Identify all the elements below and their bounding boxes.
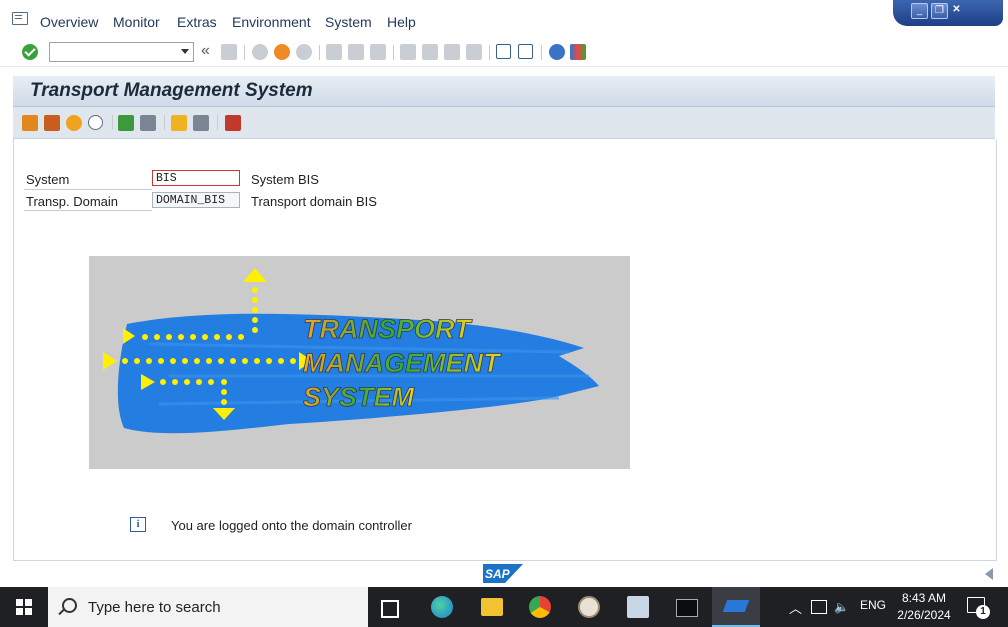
system-description: System BIS	[251, 172, 319, 187]
shortcut-icon[interactable]	[518, 44, 533, 59]
cancel-icon[interactable]	[296, 44, 312, 60]
separator	[489, 45, 490, 60]
help-icon[interactable]	[549, 44, 565, 60]
first-page-icon[interactable]	[400, 44, 416, 60]
search-placeholder: Type here to search	[88, 599, 221, 616]
system-label: System	[26, 172, 70, 187]
menu-environment[interactable]: Environment	[232, 14, 311, 30]
command-field[interactable]	[49, 42, 194, 62]
separator	[393, 45, 394, 60]
chevron-down-icon[interactable]	[181, 49, 189, 54]
sap-logon-task[interactable]	[712, 587, 760, 627]
app-icon[interactable]	[578, 596, 600, 618]
separator	[112, 115, 113, 130]
menu-help[interactable]: Help	[387, 14, 416, 30]
configuration-icon[interactable]	[140, 115, 156, 131]
next-page-icon[interactable]	[444, 44, 460, 60]
new-session-icon[interactable]	[496, 44, 511, 59]
search-icon	[62, 598, 77, 613]
enter-icon[interactable]	[22, 44, 38, 60]
print-icon[interactable]	[326, 44, 342, 60]
alert-monitor-icon[interactable]	[88, 115, 103, 130]
customize-layout-icon[interactable]	[570, 44, 586, 60]
standard-toolbar: «	[0, 40, 1008, 67]
windows-taskbar: Type here to search ︿ 🔈 ENG 8:43 AM 2/26…	[0, 587, 1008, 627]
info-book-icon[interactable]	[225, 115, 241, 131]
system-field[interactable]: BIS	[152, 170, 240, 186]
network-icon[interactable]	[811, 600, 827, 614]
save-icon[interactable]	[221, 44, 237, 60]
separator	[319, 45, 320, 60]
logo-line-2: MANAGEMENT	[303, 348, 502, 378]
menu-extras[interactable]: Extras	[177, 14, 217, 30]
close-icon[interactable]: ✕	[949, 3, 964, 17]
clock-time: 8:43 AM	[901, 591, 947, 605]
title-bar: Transport Management System	[13, 76, 995, 107]
separator	[244, 45, 245, 60]
minimize-icon[interactable]: _	[911, 3, 928, 19]
exit-icon[interactable]	[274, 44, 290, 60]
status-bar-toggle-icon[interactable]	[985, 568, 993, 580]
restore-icon[interactable]: ❐	[931, 3, 948, 19]
separator	[217, 115, 218, 130]
page-title: Transport Management System	[30, 80, 313, 101]
truck-icon[interactable]	[22, 115, 38, 131]
edge-browser-icon[interactable]	[431, 596, 453, 618]
menu-bar: Overview Monitor Extras Environment Syst…	[0, 0, 1008, 40]
menu-system[interactable]: System	[325, 14, 372, 30]
task-view-icon[interactable]	[381, 600, 399, 618]
divider	[24, 189, 152, 190]
list-icon[interactable]	[193, 115, 209, 131]
taskbar-search-box[interactable]: Type here to search	[48, 587, 368, 627]
domain-description: Transport domain BIS	[251, 194, 377, 209]
terminal-icon[interactable]	[676, 599, 698, 617]
application-toolbar	[13, 107, 995, 139]
volume-muted-icon[interactable]: 🔈	[834, 600, 849, 614]
network-app-icon[interactable]	[627, 596, 649, 618]
alert-icon[interactable]	[171, 115, 187, 131]
window-controls: _ ❐ ✕	[893, 0, 1003, 26]
domain-field[interactable]: DOMAIN_BIS	[152, 192, 240, 208]
file-explorer-icon[interactable]	[481, 598, 503, 616]
system-overview-icon[interactable]	[118, 115, 134, 131]
collapse-command-field-button[interactable]: «	[201, 42, 210, 60]
separator	[164, 115, 165, 130]
last-page-icon[interactable]	[466, 44, 482, 60]
find-next-icon[interactable]	[370, 44, 386, 60]
taskbar-clock[interactable]: 8:43 AM 2/26/2024	[894, 590, 954, 624]
sap-logo-text: SAP	[485, 567, 511, 581]
previous-page-icon[interactable]	[422, 44, 438, 60]
language-indicator[interactable]: ENG	[860, 598, 886, 612]
chevron-up-icon[interactable]: ︿	[789, 598, 802, 617]
transport-routes-icon[interactable]	[66, 115, 82, 131]
tms-logo-image: TRANSPORT MANAGEMENT SYSTEM	[89, 256, 630, 469]
menu-monitor[interactable]: Monitor	[113, 14, 160, 30]
windows-start-icon[interactable]	[16, 599, 32, 615]
separator	[541, 45, 542, 60]
info-icon: i	[130, 517, 146, 532]
back-icon[interactable]	[252, 44, 268, 60]
status-message: You are logged onto the domain controlle…	[171, 518, 412, 533]
divider	[24, 210, 152, 211]
domain-label: Transp. Domain	[26, 194, 118, 209]
logo-line-3: SYSTEM	[303, 382, 415, 412]
clock-date: 2/26/2024	[897, 608, 951, 622]
sap-gui-icon	[722, 600, 750, 612]
menu-icon[interactable]	[12, 12, 28, 25]
menu-overview[interactable]: Overview	[40, 14, 98, 30]
import-queue-icon[interactable]	[44, 115, 60, 131]
sap-logo: SAP	[483, 564, 523, 583]
chrome-icon[interactable]	[529, 596, 551, 618]
logo-line-1: TRANSPORT	[303, 314, 473, 344]
notification-badge: 1	[976, 605, 990, 619]
tms-logo-graphic: TRANSPORT MANAGEMENT SYSTEM	[89, 256, 630, 469]
find-icon[interactable]	[348, 44, 364, 60]
